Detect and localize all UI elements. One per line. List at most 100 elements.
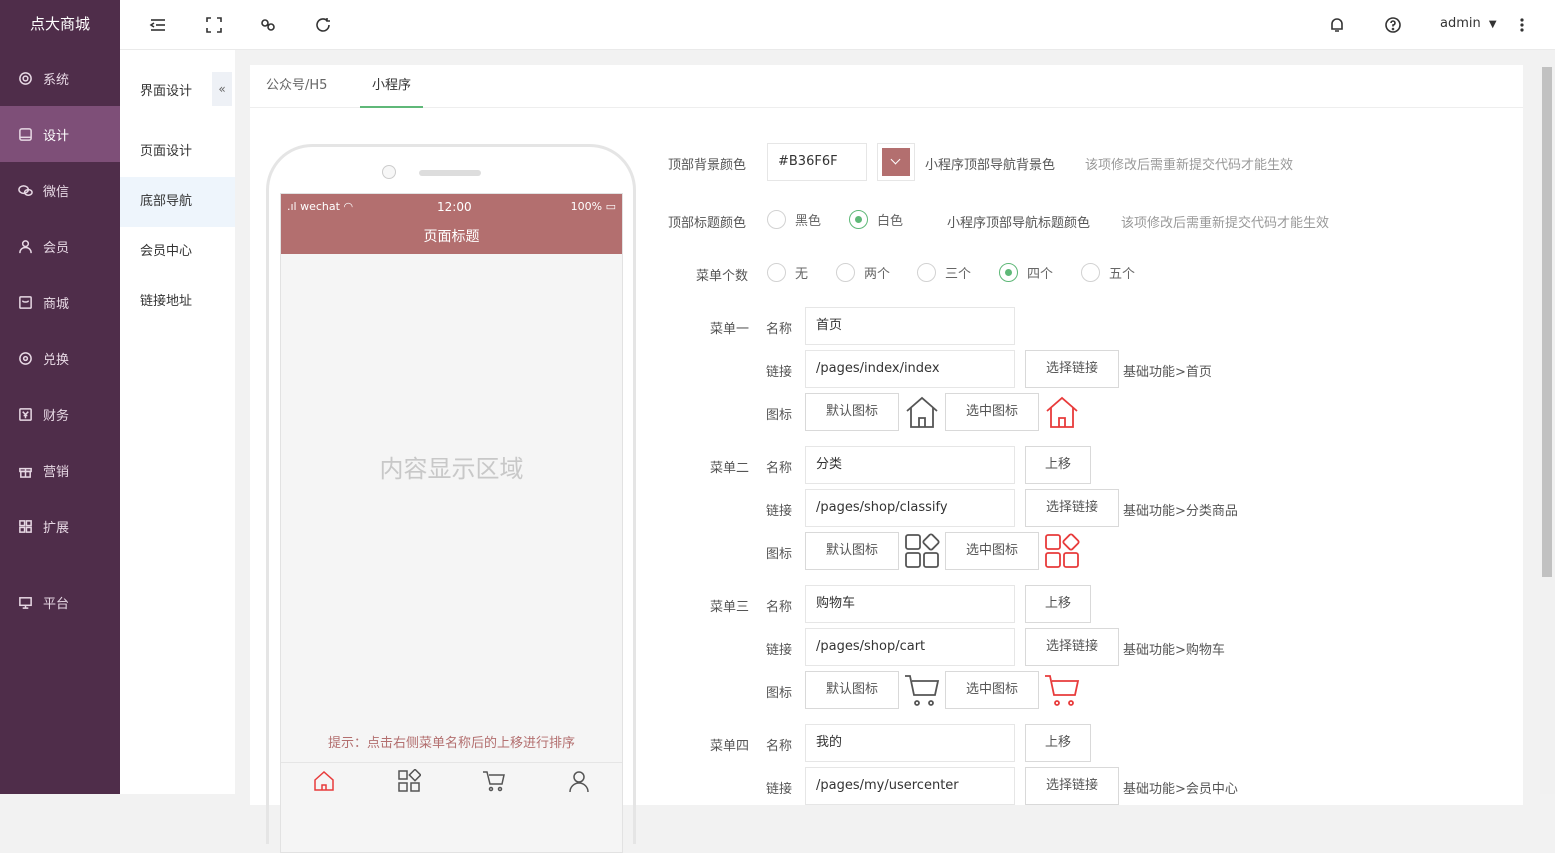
sidebar-item-label: 微信 <box>43 184 70 200</box>
more-icon[interactable] <box>1518 16 1526 34</box>
menu-1-selected-icon-button[interactable]: 选中图标 <box>945 393 1039 431</box>
menu-2-label: 菜单二 <box>710 461 750 476</box>
design-subnav: 界面设计 « 页面设计 底部导航 会员中心 链接地址 <box>120 50 235 794</box>
menu-2-move-up-button[interactable]: 上移 <box>1025 446 1091 484</box>
category-icon <box>904 533 940 569</box>
main-sidebar: 点大商城 系统 设计 微信 会员 商城 兑换 财务 营销 扩展 平台 <box>0 0 120 794</box>
wechat-icon <box>18 184 33 196</box>
menu-1-link-input[interactable]: /pages/index/index <box>805 350 1015 388</box>
carrier-label: .ıl wechat ◠ <box>287 200 354 213</box>
menu-4-link-input[interactable]: /pages/my/usercenter <box>805 767 1015 805</box>
title-color-note: 该项修改后需重新提交代码才能生效 <box>1121 216 1330 231</box>
sidebar-item-finance[interactable]: 财务 <box>0 386 120 442</box>
icon-label: 图标 <box>766 408 793 423</box>
sidebar-item-label: 设计 <box>43 128 70 144</box>
tabbar-category[interactable] <box>366 763 451 802</box>
sidebar-item-label: 财务 <box>43 408 70 424</box>
radio-count-four[interactable]: 四个 <box>999 263 1053 282</box>
menu-2-name-input[interactable]: 分类 <box>805 446 1015 484</box>
subnav-item-bottom-nav[interactable]: 底部导航 <box>120 177 235 227</box>
radio-count-two[interactable]: 两个 <box>836 263 890 282</box>
tab-bar: 公众号/H5 小程序 <box>250 65 1523 108</box>
category-selected-icon <box>1044 533 1080 569</box>
tab-miniprogram[interactable]: 小程序 <box>360 65 424 108</box>
collapse-button[interactable]: « <box>212 72 232 106</box>
bg-color-label: 顶部背景颜色 <box>668 158 747 173</box>
menu-4-label: 菜单四 <box>710 739 750 754</box>
menu-1-default-icon-button[interactable]: 默认图标 <box>805 393 899 431</box>
menu-2-default-icon-button[interactable]: 默认图标 <box>805 532 899 570</box>
app-logo: 点大商城 <box>0 0 120 50</box>
refresh-icon[interactable] <box>314 16 332 34</box>
chevron-down-icon <box>882 148 910 176</box>
icon-label: 图标 <box>766 686 793 701</box>
tab-h5[interactable]: 公众号/H5 <box>254 65 339 108</box>
bell-icon[interactable] <box>1328 16 1346 34</box>
home-icon <box>904 394 940 430</box>
link-icon[interactable] <box>259 16 277 34</box>
menu-4-choose-link-button[interactable]: 选择链接 <box>1025 767 1119 805</box>
radio-black[interactable]: 黑色 <box>767 210 821 229</box>
menu-3-link-input[interactable]: /pages/shop/cart <box>805 628 1015 666</box>
subnav-item-link-address[interactable]: 链接地址 <box>120 277 235 327</box>
menu-3-choose-link-button[interactable]: 选择链接 <box>1025 628 1119 666</box>
time-label: 12:00 <box>437 200 472 214</box>
menu-3-selected-icon-button[interactable]: 选中图标 <box>945 671 1039 709</box>
sidebar-item-design[interactable]: 设计 <box>0 106 120 162</box>
subnav-title: 界面设计 <box>140 84 193 99</box>
phone-screen: .ıl wechat ◠ 12:00 100% ▭ 页面标题 内容显示区域 提示… <box>280 193 623 853</box>
phone-speaker <box>419 170 481 176</box>
scrollbar-thumb[interactable] <box>1542 67 1552 577</box>
menu-2-link-desc: 基础功能>分类商品 <box>1123 504 1238 519</box>
user-icon <box>19 239 32 253</box>
menu-3-default-icon-button[interactable]: 默认图标 <box>805 671 899 709</box>
sidebar-item-marketing[interactable]: 营销 <box>0 442 120 498</box>
radio-count-none[interactable]: 无 <box>767 263 808 282</box>
sidebar-item-label: 平台 <box>43 596 70 612</box>
monitor-icon <box>19 127 32 141</box>
menu-4-move-up-button[interactable]: 上移 <box>1025 724 1091 762</box>
username: admin <box>1440 16 1481 31</box>
exchange-icon <box>19 351 32 365</box>
sidebar-item-extend[interactable]: 扩展 <box>0 498 120 554</box>
sidebar-item-system[interactable]: 系统 <box>0 50 120 106</box>
tabbar-home[interactable] <box>281 763 366 802</box>
bg-color-desc: 小程序顶部导航背景色 <box>925 158 1056 173</box>
desktop-icon <box>19 596 32 609</box>
radio-count-three[interactable]: 三个 <box>917 263 971 282</box>
sidebar-item-wechat[interactable]: 微信 <box>0 162 120 218</box>
fullscreen-icon[interactable] <box>205 16 223 34</box>
sidebar-item-member[interactable]: 会员 <box>0 218 120 274</box>
menu-fold-icon[interactable] <box>149 16 167 34</box>
tabbar-cart[interactable] <box>452 763 537 802</box>
menu-1-choose-link-button[interactable]: 选择链接 <box>1025 350 1119 388</box>
menu-2-link-input[interactable]: /pages/shop/classify <box>805 489 1015 527</box>
menu-1-name-input[interactable]: 首页 <box>805 307 1015 345</box>
menu-3-link-desc: 基础功能>购物车 <box>1123 643 1225 658</box>
help-icon[interactable] <box>1384 16 1402 34</box>
scrollbar[interactable] <box>1540 50 1555 794</box>
tabbar-my[interactable] <box>537 763 622 802</box>
radio-white[interactable]: 白色 <box>849 210 903 229</box>
subnav-item-member-center[interactable]: 会员中心 <box>120 227 235 277</box>
sidebar-item-platform[interactable]: 平台 <box>0 574 120 630</box>
sidebar-item-exchange[interactable]: 兑换 <box>0 330 120 386</box>
link-label: 链接 <box>766 365 793 380</box>
name-label: 名称 <box>766 461 793 476</box>
menu-4-link-desc: 基础功能>会员中心 <box>1123 782 1238 797</box>
menu-4-name-input[interactable]: 我的 <box>805 724 1015 762</box>
bg-color-input[interactable]: #B36F6F <box>767 143 867 181</box>
color-picker[interactable] <box>877 143 915 181</box>
menu-2-choose-link-button[interactable]: 选择链接 <box>1025 489 1119 527</box>
radio-count-five[interactable]: 五个 <box>1081 263 1135 282</box>
bg-color-note: 该项修改后需重新提交代码才能生效 <box>1085 158 1294 173</box>
battery-icon: ▭ <box>605 200 616 213</box>
menu-3-move-up-button[interactable]: 上移 <box>1025 585 1091 623</box>
user-icon <box>569 771 590 793</box>
user-menu[interactable]: admin ▼ <box>1440 16 1497 31</box>
menu-3-name-input[interactable]: 购物车 <box>805 585 1015 623</box>
yen-icon <box>19 407 32 421</box>
menu-2-selected-icon-button[interactable]: 选中图标 <box>945 532 1039 570</box>
subnav-item-page-design[interactable]: 页面设计 <box>120 127 235 177</box>
sidebar-item-shop[interactable]: 商城 <box>0 274 120 330</box>
